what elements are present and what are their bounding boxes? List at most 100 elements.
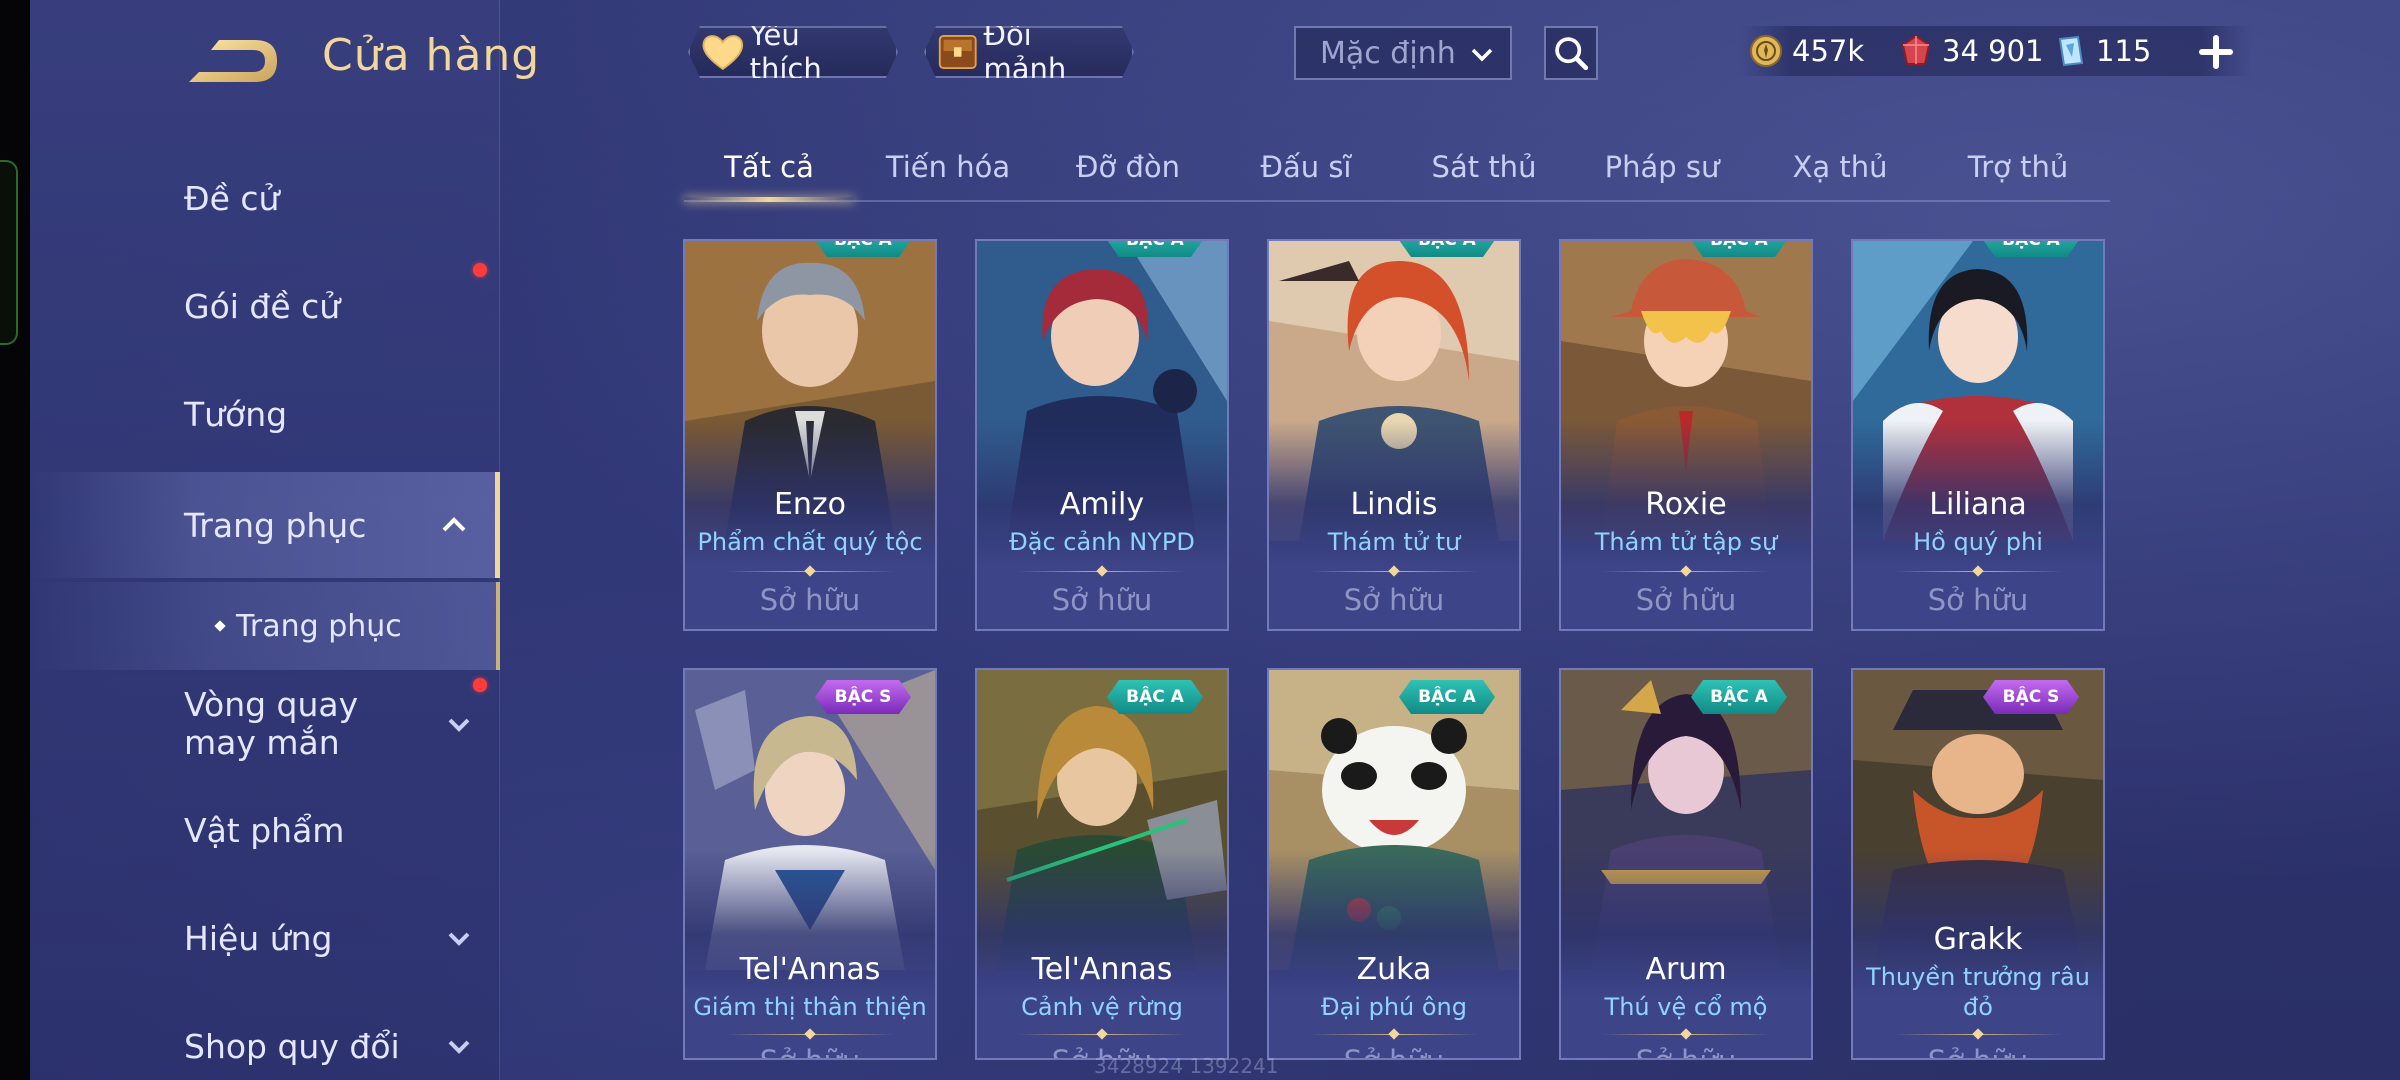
favorites-button[interactable]: Yêu thích	[688, 26, 898, 78]
heart-icon	[700, 31, 746, 73]
card-divider	[725, 571, 895, 572]
voucher-amount: 34 901	[1942, 34, 2044, 68]
skin-card[interactable]: BẬC A Zuka Đại phú ông Sở hữu	[1267, 668, 1521, 1060]
notification-dot	[473, 263, 487, 277]
bullet-icon	[214, 620, 226, 632]
sidebar-item-label: Đề cử	[184, 178, 280, 218]
skin-name: Giám thị thân thiện	[693, 993, 927, 1021]
ruby-icon	[1901, 34, 1931, 65]
sidebar-item-effects[interactable]: Hiệu ứng	[30, 888, 500, 988]
search-icon[interactable]	[1544, 26, 1598, 80]
sidebar-item-exchange-shop[interactable]: Shop quy đổi	[30, 996, 500, 1080]
notification-dot	[473, 678, 487, 692]
page-title: Cửa hàng	[322, 30, 541, 81]
owned-status: Sở hữu	[1051, 583, 1153, 617]
owned-status: Sở hữu	[759, 583, 861, 617]
sidebar-subitem-skins[interactable]: Trang phục	[30, 582, 500, 670]
sidebar-item-label: Hiệu ứng	[184, 918, 333, 958]
skin-name: Thú vệ cổ mộ	[1604, 993, 1768, 1021]
skin-name: Phẩm chất quý tộc	[697, 528, 923, 556]
skin-name: Thám tử tư	[1327, 528, 1461, 556]
skin-card[interactable]: BẬC S Tel'Annas Giám thị thân thiện Sở h…	[683, 668, 937, 1060]
skin-card[interactable]: BẬC A Arum Thú vệ cổ mộ Sở hữu	[1559, 668, 1813, 1060]
skin-name: Thám tử tập sự	[1594, 528, 1778, 556]
skin-card[interactable]: BẬC A Enzo Phẩm chất quý tộc Sở hữu	[683, 239, 937, 631]
tab-evolving[interactable]: Tiến hóa	[868, 150, 1028, 184]
sidebar-item-heroes[interactable]: Tướng	[30, 364, 500, 464]
hero-name: Tel'Annas	[739, 952, 881, 987]
tab-mage[interactable]: Pháp sư	[1582, 150, 1742, 184]
skin-card[interactable]: BẬC A Lindis Thám tử tư Sở hữu	[1267, 239, 1521, 631]
owned-status: Sở hữu	[1269, 1044, 1519, 1058]
sidebar-item-items[interactable]: Vật phẩm	[30, 780, 500, 880]
owned-status: Sở hữu	[1343, 583, 1445, 617]
card-divider	[1601, 571, 1771, 572]
card-divider	[1017, 571, 1187, 572]
sidebar-item-lucky-wheel[interactable]: Vòng quay may mắn	[30, 676, 500, 772]
card-divider	[1017, 1034, 1187, 1035]
sort-value: Mặc định	[1320, 35, 1456, 71]
tab-support[interactable]: Trợ thủ	[1938, 150, 2098, 184]
sidebar-item-skins[interactable]: Trang phục	[30, 472, 500, 578]
skin-name: Thuyền trưởng râu đỏ	[1866, 963, 2090, 1021]
rank-badge: BẬC S	[1983, 680, 2079, 714]
tab-marksman[interactable]: Xạ thủ	[1760, 150, 1920, 184]
active-tab-indicator	[684, 197, 854, 202]
sidebar-item-label: Tướng	[184, 394, 288, 434]
sidebar-item-label: Shop quy đổi	[184, 1026, 400, 1066]
chevron-down-icon	[448, 718, 470, 732]
owned-status: Sở hữu	[1853, 1044, 2103, 1058]
skin-card[interactable]: BẬC A Amily Đặc cảnh NYPD Sở hữu	[975, 239, 1229, 631]
gold-balance: 457k	[1748, 26, 1864, 76]
sidebar-item-recommended-packs[interactable]: Gói đề cử	[30, 256, 500, 356]
rank-badge: BẬC A	[1107, 239, 1203, 257]
hero-name: Lindis	[1350, 487, 1438, 522]
chevron-down-icon	[448, 1040, 470, 1054]
sidebar-item-label: Trang phục	[184, 505, 367, 545]
skin-card[interactable]: BẬC A Tel'Annas Cảnh vệ rừng Sở hữu	[975, 668, 1229, 1060]
skin-card[interactable]: BẬC A Liliana Hồ quý phi Sở hữu	[1851, 239, 2105, 631]
sidebar-item-label: Trang phục	[236, 608, 402, 644]
add-currency-icon[interactable]	[2196, 32, 2236, 72]
sidebar-item-label: Vòng quay may mắn	[184, 685, 359, 762]
tab-all[interactable]: Tất cả	[684, 150, 854, 184]
gold-coin-icon	[1750, 35, 1782, 67]
owned-status: Sở hữu	[1927, 583, 2029, 617]
sidebar-item-recommended[interactable]: Đề cử	[30, 148, 500, 248]
rank-badge: BẬC A	[1107, 680, 1203, 714]
tab-assassin[interactable]: Sát thủ	[1404, 150, 1564, 184]
card-divider	[1893, 1034, 2063, 1035]
hero-name: Zuka	[1356, 952, 1432, 987]
exchange-label: Đổi mảnh	[983, 18, 1067, 86]
chevron-up-icon	[442, 517, 466, 532]
tab-fighter[interactable]: Đấu sĩ	[1226, 150, 1386, 184]
skin-name: Cảnh vệ rừng	[1021, 993, 1183, 1021]
card-divider	[1893, 571, 2063, 572]
gold-amount: 457k	[1792, 34, 1865, 68]
owned-status: Sở hữu	[1635, 583, 1737, 617]
treasure-chest-icon	[936, 31, 979, 73]
rank-badge: BẬC A	[1691, 239, 1787, 257]
skin-name: Đại phú ông	[1320, 993, 1467, 1021]
skin-card[interactable]: BẬC S Grakk Thuyền trưởng râu đỏ Sở hữu	[1851, 668, 2105, 1060]
hero-name: Liliana	[1929, 487, 2027, 522]
card-divider	[725, 1034, 895, 1035]
crystal-amount: 115	[2096, 34, 2152, 68]
sidebar-item-label: Gói đề cử	[184, 286, 341, 326]
card-divider	[1601, 1034, 1771, 1035]
hero-name: Enzo	[773, 487, 847, 522]
exchange-fragments-button[interactable]: Đổi mảnh	[924, 26, 1134, 78]
rank-badge: BẬC A	[1983, 239, 2079, 257]
rank-badge: BẬC A	[1399, 239, 1495, 257]
rank-badge: BẬC S	[815, 680, 911, 714]
skin-name: Đặc cảnh NYPD	[1009, 528, 1195, 556]
skin-card[interactable]: BẬC A Roxie Thám tử tập sự Sở hữu	[1559, 239, 1813, 631]
chevron-down-icon	[1471, 48, 1493, 62]
crystal-balance: 115	[2052, 26, 2151, 76]
card-divider	[1309, 1034, 1479, 1035]
hero-name: Tel'Annas	[1031, 952, 1173, 987]
sort-dropdown[interactable]: Mặc định	[1294, 26, 1512, 80]
tab-tank[interactable]: Đỡ đòn	[1048, 150, 1208, 184]
back-arrow-icon[interactable]	[185, 36, 281, 86]
favorites-label: Yêu thích	[749, 18, 822, 86]
